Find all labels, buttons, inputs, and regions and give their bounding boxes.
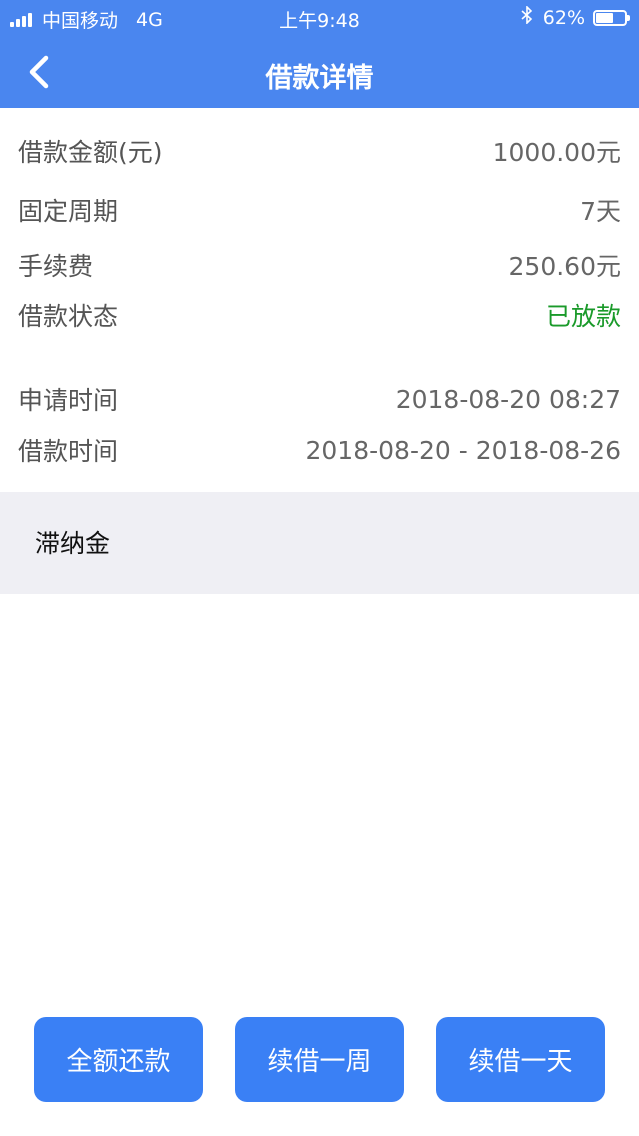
detail-row-amount: 借款金额(元) 1000.00元 xyxy=(18,131,621,171)
battery-percent: 62% xyxy=(542,6,585,29)
fee-label: 手续费 xyxy=(18,252,94,281)
loan-time-label: 借款时间 xyxy=(18,437,119,466)
amount-label: 借款金额(元) xyxy=(18,138,163,167)
status-right: 62% xyxy=(521,5,630,29)
apply-time-value: 2018-08-20 08:27 xyxy=(395,384,621,414)
status-badge: 已放款 xyxy=(545,302,621,331)
detail-row-loan-time: 借款时间 2018-08-20 - 2018-08-26 xyxy=(18,430,621,470)
nav-bar: 借款详情 xyxy=(0,36,639,108)
status-label: 借款状态 xyxy=(18,302,119,331)
detail-row-apply-time: 申请时间 2018-08-20 08:27 xyxy=(18,379,621,419)
renew-day-button[interactable]: 续借一天 xyxy=(436,1017,605,1102)
battery-icon xyxy=(593,9,630,26)
loan-time-value: 2018-08-20 - 2018-08-26 xyxy=(305,435,622,465)
late-fee-label: 滞纳金 xyxy=(35,529,111,558)
battery-fill xyxy=(596,12,614,23)
bluetooth-icon xyxy=(521,5,533,29)
detail-row-fee: 手续费 250.60元 xyxy=(18,245,621,285)
fee-value: 250.60元 xyxy=(508,252,621,281)
detail-row-period: 固定周期 7天 xyxy=(18,190,621,230)
full-repay-button[interactable]: 全额还款 xyxy=(34,1017,203,1102)
period-value: 7天 xyxy=(580,197,621,226)
status-bar: 中国移动 4G 上午9:48 62% xyxy=(0,0,639,36)
page-title: 借款详情 xyxy=(265,63,374,94)
detail-row-status: 借款状态 已放款 xyxy=(18,295,621,335)
amount-value: 1000.00元 xyxy=(492,138,621,167)
period-label: 固定周期 xyxy=(18,197,119,226)
late-fee-section: 滞纳金 xyxy=(0,492,639,594)
apply-time-label: 申请时间 xyxy=(18,386,119,415)
renew-week-button[interactable]: 续借一周 xyxy=(235,1017,404,1102)
header: 中国移动 4G 上午9:48 62% 借款详情 xyxy=(0,0,639,108)
